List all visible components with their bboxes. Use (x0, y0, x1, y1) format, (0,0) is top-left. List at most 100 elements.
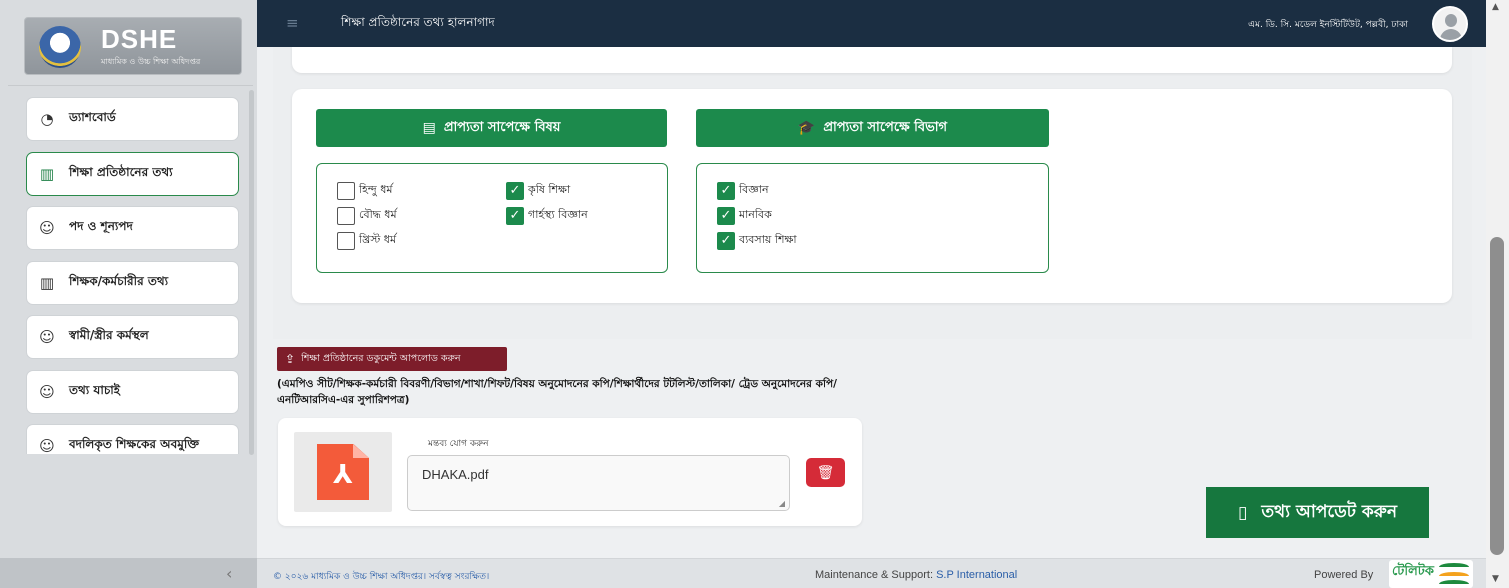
scroll-down-icon[interactable]: ▼ (1492, 574, 1499, 584)
powered-by-label: Powered By (1314, 569, 1374, 581)
checkbox-home-science[interactable]: ✓ (506, 206, 524, 225)
delete-document-button[interactable]: 🗑 (806, 458, 845, 487)
sidebar-item-spouse-workplace[interactable]: ☺ স্বামী/স্ত্রীর কর্মস্থল (26, 315, 239, 359)
checkbox-humanities[interactable]: ✓ (717, 206, 735, 225)
checkbox-row[interactable]: হিন্দু ধর্ম (337, 181, 393, 200)
pdf-thumbnail[interactable]: ⅄ (294, 432, 392, 512)
logo-arc-icon (1439, 580, 1469, 588)
comment-textarea[interactable]: DHAKA.pdf ◢ (407, 455, 790, 511)
sidebar-nav: ◔ ড্যাশবোর্ড ▥ শিক্ষা প্রতিষ্ঠানের তথ্য … (26, 97, 240, 454)
sidebar-item-label: স্বামী/স্ত্রীর কর্মস্থল (69, 328, 149, 342)
upload-icon: ⇪ (285, 352, 296, 366)
user-icon: ☺ (39, 437, 55, 454)
sidebar-item-label: তথ্য যাচাই (69, 382, 121, 397)
departments-heading: 🎓 প্রাপ্যতা সাপেক্ষে বিভাগ (696, 109, 1049, 147)
scroll-up-icon[interactable]: ▲ (1492, 2, 1499, 12)
list-icon: ▤ (422, 120, 436, 136)
sidebar-item-verification[interactable]: ☺ তথ্য যাচাই (26, 369, 239, 414)
sidebar-item-label: শিক্ষা প্রতিষ্ঠানের তথ্য (69, 164, 173, 179)
checkbox-row[interactable]: ✓ মানবিক (717, 206, 772, 225)
update-button-label: তথ্য আপডেট করুন (1261, 501, 1397, 522)
sidebar-footer: ‹ (0, 558, 257, 588)
sidebar-item-label: বদলিকৃত শিক্ষকের অবমুক্তি (69, 437, 200, 451)
sidebar-item-label: পদ ও শূন্যপদ (69, 219, 133, 233)
departments-heading-text: প্রাপ্যতা সাপেক্ষে বিভাগ (823, 119, 948, 135)
checkbox-buddhist-religion[interactable] (337, 206, 355, 225)
footer: © ২০২৬ মাধ্যমিক ও উচ্চ শিক্ষা অধিদপ্তর। … (257, 558, 1486, 588)
user-icon: ☺ (39, 219, 55, 237)
checkbox-label: মানবিক (739, 208, 772, 221)
resize-handle-icon[interactable]: ◢ (779, 499, 785, 508)
document-card: ⅄ মন্তব্য যোগ করুন DHAKA.pdf ◢ 🗑 (278, 418, 862, 526)
trash-icon: 🗑 (816, 464, 835, 481)
teletalk-logo-text: টেলিটক (1392, 564, 1434, 579)
checkbox-row[interactable]: খ্রিস্ট ধর্ম (337, 231, 396, 250)
checkbox-row[interactable]: ✓ ব্যবসায় শিক্ষা (717, 231, 797, 250)
staff-icon: ▥ (39, 273, 55, 292)
sidebar-item-label: শিক্ষক/কর্মচারীর তথ্য (69, 273, 169, 288)
upload-description: (এমপিও সীট/শিক্ষক-কর্মচারী বিবরণী/বিভাগ/… (277, 378, 837, 406)
checkbox-label: হিন্দু ধর্ম (359, 183, 393, 196)
topbar: ≡ শিক্ষা প্রতিষ্ঠানের তথ্য হালনাগাদ এম. … (257, 0, 1486, 47)
checkbox-label: বৌদ্ধ ধর্ম (359, 208, 397, 221)
logo-arc-icon (1439, 563, 1469, 571)
maintenance-text: Maintenance & Support: S.P International (815, 569, 1017, 581)
checkbox-label: খ্রিস্ট ধর্ম (359, 233, 397, 246)
checkbox-row[interactable]: ✓ কৃষি শিক্ষা (506, 181, 570, 200)
sidebar-divider (8, 85, 253, 86)
scrollbar-thumb[interactable] (1490, 237, 1504, 555)
acrobat-icon: ⅄ (333, 460, 353, 490)
checkbox-label: ব্যবসায় শিক্ষা (739, 233, 797, 246)
checkbox-agriculture[interactable]: ✓ (506, 181, 524, 200)
info-card-top (292, 47, 1452, 73)
checkbox-hindu-religion[interactable] (337, 181, 355, 200)
sidebar-scrollbar[interactable] (249, 90, 254, 455)
update-info-button[interactable]: ▯ তথ্য আপডেট করুন (1206, 487, 1429, 538)
subjects-box: হিন্দু ধর্ম বৌদ্ধ ধর্ম খ্রিস্ট ধর্ম ✓ কৃ… (316, 163, 668, 273)
copyright-text: © ২০২৬ মাধ্যমিক ও উচ্চ শিক্ষা অধিদপ্তর। … (273, 572, 490, 582)
sidebar-item-posts-vacancies[interactable]: ☺ পদ ও শূন্যপদ (26, 206, 239, 250)
sidebar-item-staff-info[interactable]: ▥ শিক্ষক/কর্মচারীর তথ্য (26, 260, 239, 305)
sidebar: DSHE মাধ্যমিক ও উচ্চ শিক্ষা অধিদপ্তর ◔ ড… (0, 0, 257, 588)
maintenance-company-link[interactable]: S.P International (936, 569, 1017, 581)
checkbox-row[interactable]: ✓ গার্হস্থ্য বিজ্ঞান (506, 206, 588, 225)
comment-label: মন্তব্য যোগ করুন (428, 439, 489, 449)
checkbox-label: গার্হস্থ্য বিজ্ঞান (528, 208, 588, 221)
page-title: শিক্ষা প্রতিষ্ঠানের তথ্য হালনাগাদ (341, 15, 495, 29)
checkbox-row[interactable]: বৌদ্ধ ধর্ম (337, 206, 397, 225)
subjects-heading-text: প্রাপ্যতা সাপেক্ষে বিষয় (443, 119, 561, 135)
checkbox-row[interactable]: ✓ বিজ্ঞান (717, 181, 769, 200)
page-scrollbar[interactable]: ▲ ▼ (1486, 0, 1509, 588)
checkbox-christian-religion[interactable] (337, 231, 355, 250)
checkbox-science[interactable]: ✓ (717, 181, 735, 200)
departments-box: ✓ বিজ্ঞান ✓ মানবিক ✓ ব্যবসায় শিক্ষা (696, 163, 1049, 273)
menu-icon[interactable]: ≡ (286, 14, 299, 32)
institution-name: এম. ডি. সি. মডেল ইনস্টিটিউট, পল্লবী, ঢাক… (1248, 20, 1408, 30)
checkbox-business-studies[interactable]: ✓ (717, 231, 735, 250)
checkbox-label: বিজ্ঞান (739, 183, 769, 196)
sidebar-item-institution-info[interactable]: ▥ শিক্ষা প্রতিষ্ঠানের তথ্য (26, 151, 239, 196)
emblem-icon (39, 26, 81, 68)
avatar[interactable] (1432, 6, 1468, 42)
sidebar-item-transfer-release[interactable]: ☺ বদলিকৃত শিক্ষকের অবমুক্তি (26, 424, 239, 454)
maintenance-label: Maintenance & Support: (815, 569, 934, 581)
graduation-cap-icon: 🎓 (797, 120, 816, 136)
brand-title: DSHE (101, 24, 178, 54)
availability-card: ▤ প্রাপ্যতা সাপেক্ষে বিষয় 🎓 প্রাপ্যতা স… (292, 89, 1452, 303)
upload-documents-button[interactable]: ⇪ শিক্ষা প্রতিষ্ঠানের ডকুমেন্ট আপলোড করু… (277, 347, 507, 371)
user-icon: ☺ (39, 382, 55, 401)
comment-value: DHAKA.pdf (422, 467, 489, 482)
brand-logo[interactable]: DSHE মাধ্যমিক ও উচ্চ শিক্ষা অধিদপ্তর (24, 17, 242, 75)
save-icon: ▯ (1238, 502, 1248, 523)
teletalk-logo[interactable]: টেলিটক (1389, 560, 1473, 588)
institution-icon: ▥ (39, 164, 55, 183)
sidebar-item-dashboard[interactable]: ◔ ড্যাশবোর্ড (26, 97, 239, 141)
sidebar-item-label: ড্যাশবোর্ড (69, 110, 116, 124)
chevron-left-icon[interactable]: ‹ (226, 564, 232, 583)
logo-arc-icon (1439, 572, 1469, 580)
user-icon: ☺ (39, 328, 55, 346)
dashboard-icon: ◔ (40, 110, 54, 128)
checkbox-label: কৃষি শিক্ষা (528, 183, 571, 196)
upload-button-label: শিক্ষা প্রতিষ্ঠানের ডকুমেন্ট আপলোড করুন (301, 352, 461, 364)
brand-subtitle: মাধ্যমিক ও উচ্চ শিক্ষা অধিদপ্তর (101, 57, 201, 66)
